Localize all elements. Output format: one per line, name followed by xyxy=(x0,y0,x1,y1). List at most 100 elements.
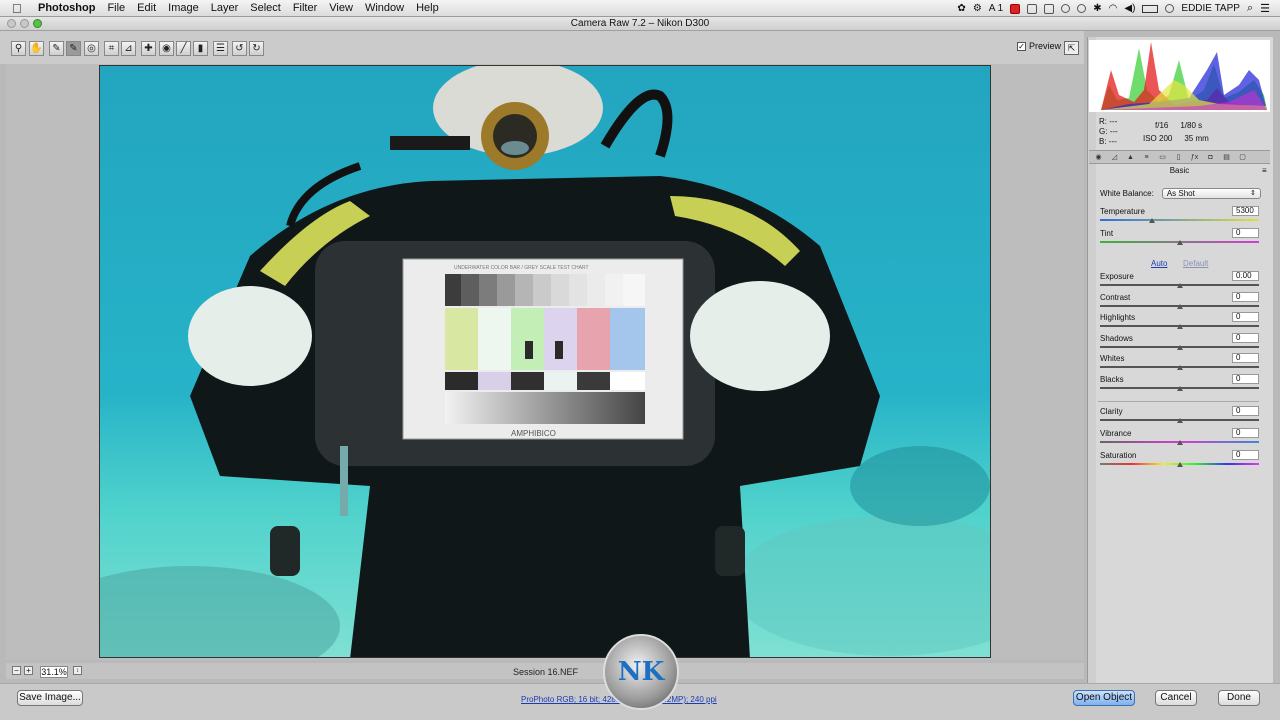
tab-basic-icon[interactable]: ◉ xyxy=(1094,153,1103,162)
slider-value-4[interactable]: 0 xyxy=(1232,312,1259,322)
panel-scrollbar[interactable] xyxy=(1088,37,1096,683)
volume-icon[interactable]: ◀) xyxy=(1124,3,1135,14)
notification-icon[interactable]: ☰ xyxy=(1260,2,1270,15)
auto-link[interactable]: Auto xyxy=(1151,259,1167,268)
g-label: G: xyxy=(1099,127,1108,136)
color-sampler-tool-icon[interactable]: ✎ xyxy=(66,41,81,56)
slider-value-5[interactable]: 0 xyxy=(1232,333,1259,343)
battery-icon[interactable] xyxy=(1142,4,1159,13)
slider-thumb-6[interactable] xyxy=(1176,365,1183,370)
slider-value-6[interactable]: 0 xyxy=(1232,353,1259,363)
open-object-button[interactable]: Open Object xyxy=(1073,690,1135,706)
spot-removal-tool-icon[interactable]: ✚ xyxy=(141,41,156,56)
menu-file[interactable]: File xyxy=(101,0,131,17)
zoom-tool-icon[interactable]: ⚲ xyxy=(11,41,26,56)
menu-select[interactable]: Select xyxy=(244,0,287,17)
target-adjustment-tool-icon[interactable]: ◎ xyxy=(84,41,99,56)
menu-filter[interactable]: Filter xyxy=(287,0,323,17)
preview-toggle[interactable]: ✓ Preview xyxy=(1017,41,1061,51)
white-balance-tool-icon[interactable]: ✎ xyxy=(49,41,64,56)
slider-value-1[interactable]: 0 xyxy=(1232,228,1259,238)
close-window-button[interactable] xyxy=(7,19,16,28)
app-menu[interactable]: Photoshop xyxy=(32,0,101,17)
tab-detail-icon[interactable]: ▲ xyxy=(1126,153,1135,162)
user-name[interactable]: EDDIE TAPP xyxy=(1181,3,1240,14)
slider-value-10[interactable]: 0 xyxy=(1232,450,1259,460)
zoom-menu-arrow-icon[interactable]: ↕ xyxy=(73,666,82,675)
tab-presets-icon[interactable]: ▤ xyxy=(1222,153,1231,162)
menu-window[interactable]: Window xyxy=(359,0,410,17)
slider-label-2: Exposure xyxy=(1100,272,1134,281)
slider-value-7[interactable]: 0 xyxy=(1232,374,1259,384)
straighten-tool-icon[interactable]: ⊿ xyxy=(121,41,136,56)
display-icon[interactable] xyxy=(1044,3,1055,14)
menu-image[interactable]: Image xyxy=(162,0,205,17)
done-button[interactable]: Done xyxy=(1218,690,1260,706)
tab-effects-icon[interactable]: ƒx xyxy=(1190,153,1199,162)
slider-thumb-10[interactable] xyxy=(1176,462,1183,467)
slider-track-0[interactable] xyxy=(1100,219,1259,221)
menu-help[interactable]: Help xyxy=(410,0,445,17)
record-icon[interactable] xyxy=(1010,3,1021,14)
menu-edit[interactable]: Edit xyxy=(131,0,162,17)
menu-view[interactable]: View xyxy=(323,0,359,17)
slider-value-8[interactable]: 0 xyxy=(1232,406,1259,416)
preferences-icon[interactable]: ☰ xyxy=(213,41,228,56)
slider-value-0[interactable]: 5300 xyxy=(1232,206,1259,216)
slider-thumb-7[interactable] xyxy=(1176,386,1183,391)
menu-layer[interactable]: Layer xyxy=(205,0,245,17)
slider-thumb-8[interactable] xyxy=(1176,418,1183,423)
slider-thumb-3[interactable] xyxy=(1176,304,1183,309)
rotate-left-icon[interactable]: ↺ xyxy=(232,41,247,56)
white-balance-select[interactable]: As Shot ⇕ xyxy=(1161,188,1261,199)
red-eye-tool-icon[interactable]: ◉ xyxy=(159,41,174,56)
zoom-in-button[interactable]: + xyxy=(24,666,33,675)
wifi-icon[interactable]: ◠ xyxy=(1109,3,1118,14)
crop-tool-icon[interactable]: ⌗ xyxy=(104,41,119,56)
preview-checkbox[interactable]: ✓ xyxy=(1017,41,1026,51)
slider-thumb-1[interactable] xyxy=(1176,240,1183,245)
window-status-icon[interactable] xyxy=(1027,3,1038,14)
slider-thumb-2[interactable] xyxy=(1176,283,1183,288)
apple-menu-icon[interactable]:  xyxy=(12,0,28,17)
spotlight-icon[interactable]: ⌕ xyxy=(1247,2,1253,15)
tab-tone-curve-icon[interactable]: ◿ xyxy=(1110,153,1119,162)
slider-thumb-5[interactable] xyxy=(1176,345,1183,350)
zoom-window-button[interactable] xyxy=(33,19,42,28)
slider-thumb-4[interactable] xyxy=(1176,324,1183,329)
rotate-right-icon[interactable]: ↻ xyxy=(249,41,264,56)
zoom-level-field[interactable]: 31.1% xyxy=(40,666,68,678)
slider-value-9[interactable]: 0 xyxy=(1232,428,1259,438)
slider-value-2[interactable]: 0.00 xyxy=(1232,271,1259,281)
adjustment-brush-tool-icon[interactable]: ╱ xyxy=(176,41,191,56)
image-preview[interactable]: UNDERWATER COLOR BAR / GREY SCALE TEST C… xyxy=(99,65,991,658)
user-icon[interactable] xyxy=(1165,4,1175,13)
input-status[interactable]: A 1 xyxy=(989,3,1003,14)
time-machine-icon[interactable] xyxy=(1061,4,1071,13)
tab-snapshots-icon[interactable]: ▢ xyxy=(1238,153,1247,162)
tab-hsl-icon[interactable]: ≡ xyxy=(1142,153,1151,162)
g-value: --- xyxy=(1109,127,1118,136)
default-link[interactable]: Default xyxy=(1183,259,1208,268)
minimize-window-button[interactable] xyxy=(20,19,29,28)
panel-menu-icon[interactable]: ≡ xyxy=(1262,166,1267,175)
cancel-button[interactable]: Cancel xyxy=(1155,690,1197,706)
window-titlebar: Camera Raw 7.2 – Nikon D300 xyxy=(0,17,1280,31)
slider-value-3[interactable]: 0 xyxy=(1232,292,1259,302)
sync-status-icon[interactable]: ✿ xyxy=(957,3,965,14)
save-image-button[interactable]: Save Image... xyxy=(17,690,83,706)
zoom-out-button[interactable]: − xyxy=(12,666,21,675)
tab-split-toning-icon[interactable]: ▭ xyxy=(1158,153,1167,162)
hand-tool-icon[interactable]: ✋ xyxy=(29,41,44,56)
tab-camera-calibration-icon[interactable]: ◘ xyxy=(1206,153,1215,162)
slider-label-10: Saturation xyxy=(1100,451,1137,460)
fullscreen-button[interactable]: ⇱ xyxy=(1064,41,1079,55)
tab-lens-corrections-icon[interactable]: ▯ xyxy=(1174,153,1183,162)
gear-status-icon[interactable]: ⚙ xyxy=(973,3,982,14)
graduated-filter-tool-icon[interactable]: ▮ xyxy=(193,41,208,56)
watermark-text: NK xyxy=(617,657,665,687)
slider-thumb-0[interactable] xyxy=(1149,218,1156,223)
slider-thumb-9[interactable] xyxy=(1176,440,1183,445)
bluetooth-icon[interactable]: ✱ xyxy=(1093,3,1101,14)
clock-icon[interactable] xyxy=(1077,4,1087,13)
